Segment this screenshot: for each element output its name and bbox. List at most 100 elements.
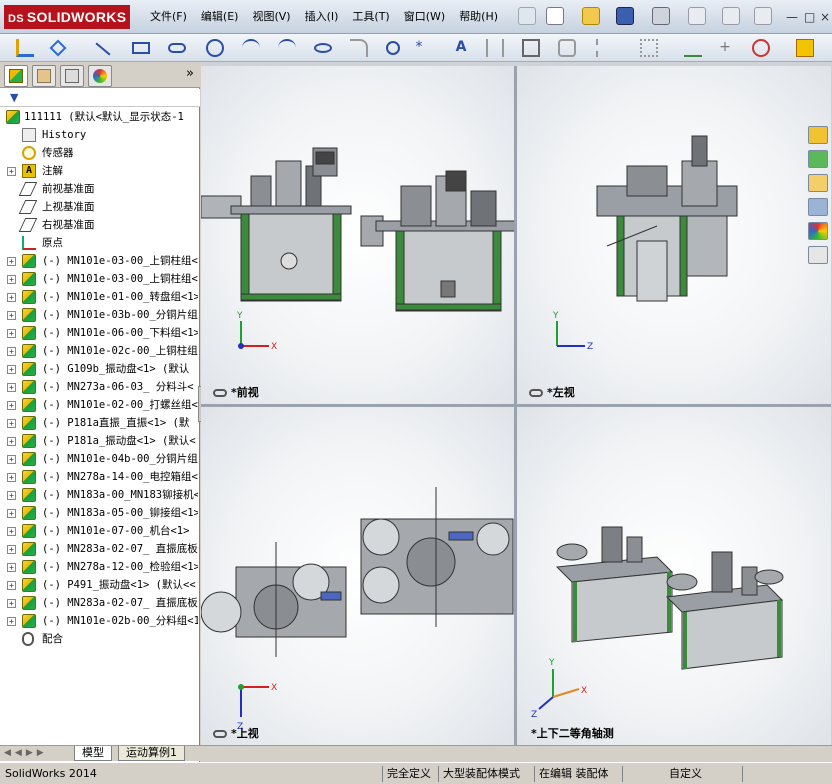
tree-item[interactable]: + (-) MN273a-06-03_ 分料斗<: [0, 378, 198, 396]
expand-icon[interactable]: +: [7, 383, 16, 392]
tree-item[interactable]: History: [0, 126, 198, 144]
tab-scroll-arrows[interactable]: ◀◀▶▶: [4, 748, 48, 758]
tree-item[interactable]: + (-) MN278a-14-00_电控箱组<: [0, 468, 198, 486]
expand-icon[interactable]: +: [7, 617, 16, 626]
tree-item[interactable]: + A 注解: [0, 162, 198, 180]
viewport-left[interactable]: Y Z *左视: [517, 66, 831, 404]
tree-item[interactable]: + (-) MN278a-12-00_检验组<1>: [0, 558, 198, 576]
viewport-front[interactable]: Y X *前视: [201, 66, 514, 404]
tree-item[interactable]: + (-) P491_振动盘<1> (默认<<: [0, 576, 198, 594]
tree-item[interactable]: + (-) MN101e-02-00_打螺丝组<: [0, 396, 198, 414]
viewport-horizontal-splitter[interactable]: [201, 404, 831, 407]
line-icon[interactable]: [95, 42, 111, 56]
menu-view[interactable]: 视图(V): [252, 8, 290, 24]
help-icon[interactable]: [722, 7, 740, 25]
restore-button[interactable]: □: [804, 10, 815, 24]
status-large-assembly[interactable]: 大型装配体模式: [440, 766, 523, 782]
tree-item[interactable]: + (-) MN183a-00_MN183铆接机<: [0, 486, 198, 504]
open-folder-icon[interactable]: [582, 7, 600, 25]
expand-icon[interactable]: +: [7, 257, 16, 266]
tree-item[interactable]: 右视基准面: [0, 216, 198, 234]
design-library-icon[interactable]: [808, 150, 828, 168]
custom-properties-icon[interactable]: [808, 246, 828, 264]
filter-icon[interactable]: ▼: [10, 91, 18, 104]
tree-item[interactable]: + (-) G109b_振动盘<1> (默认: [0, 360, 198, 378]
point-icon[interactable]: [386, 41, 400, 55]
menu-window[interactable]: 窗口(W): [404, 8, 445, 24]
smart-dimension-icon[interactable]: [49, 39, 67, 57]
tree-item[interactable]: 原点: [0, 234, 198, 252]
rapid-sketch-icon[interactable]: [752, 39, 770, 57]
tab-property-manager[interactable]: [32, 65, 56, 87]
convert-entities-icon[interactable]: [522, 39, 540, 57]
viewport-top[interactable]: Z X *上视: [201, 407, 514, 745]
expand-icon[interactable]: +: [7, 401, 16, 410]
tree-item[interactable]: + (-) P181a直振_直振<1> (默: [0, 414, 198, 432]
tree-item[interactable]: + (-) MN183a-05-00_铆接组<1>: [0, 504, 198, 522]
expand-icon[interactable]: +: [7, 275, 16, 284]
save-icon[interactable]: [616, 7, 634, 25]
tree-item[interactable]: + (-) MN101e-04b-00_分铜片组: [0, 450, 198, 468]
pin-icon[interactable]: [518, 7, 536, 25]
expand-icon[interactable]: +: [7, 581, 16, 590]
expand-icon[interactable]: +: [7, 545, 16, 554]
slot-icon[interactable]: [168, 43, 186, 53]
view-palette-icon[interactable]: [808, 198, 828, 216]
tree-item[interactable]: 传感器: [0, 144, 198, 162]
expand-icon[interactable]: +: [7, 437, 16, 446]
pattern-icon[interactable]: [640, 39, 658, 57]
tree-item[interactable]: 配合: [0, 630, 198, 648]
tree-item[interactable]: + (-) MN101e-01-00_转盘组<1>: [0, 288, 198, 306]
tree-item[interactable]: + (-) MN101e-03-00_上铜柱组<: [0, 270, 198, 288]
link-views-icon[interactable]: [213, 389, 227, 397]
menu-insert[interactable]: 插入(I): [305, 8, 339, 24]
construction-icon[interactable]: *: [410, 39, 428, 57]
expand-icon[interactable]: +: [7, 455, 16, 464]
tree-item[interactable]: 上视基准面: [0, 198, 198, 216]
menu-edit[interactable]: 编辑(E): [201, 8, 239, 24]
status-custom-units[interactable]: 自定义: [666, 766, 705, 782]
file-explorer-icon[interactable]: [808, 174, 828, 192]
tab-feature-manager[interactable]: [4, 65, 28, 87]
tree-item[interactable]: 前视基准面: [0, 180, 198, 198]
mirror-icon[interactable]: [596, 39, 614, 57]
tree-item[interactable]: + (-) MN101e-07-00_机台<1> (: [0, 522, 198, 540]
arc-icon[interactable]: [242, 39, 260, 57]
tab-display-manager[interactable]: [88, 65, 112, 87]
tree-item[interactable]: + (-) MN101e-03-00_上铜柱组<: [0, 252, 198, 270]
solidworks-logo[interactable]: DS SOLIDWORKS: [4, 5, 130, 29]
link-views-icon[interactable]: [213, 730, 227, 738]
tree-item[interactable]: + (-) MN283a-02-07_ 直振底板: [0, 594, 198, 612]
select-pointer-icon[interactable]: [754, 7, 772, 25]
expand-icon[interactable]: +: [7, 473, 16, 482]
display-relations-icon[interactable]: [684, 39, 702, 57]
menu-help[interactable]: 帮助(H): [459, 8, 498, 24]
expand-icon[interactable]: +: [7, 563, 16, 572]
spline-icon[interactable]: [278, 39, 296, 57]
tree-item[interactable]: + (-) P181a_振动盘<1> (默认<: [0, 432, 198, 450]
repair-sketch-icon[interactable]: +: [716, 39, 734, 57]
tab-motion-study-1[interactable]: 运动算例1: [118, 746, 185, 761]
expand-icon[interactable]: +: [7, 509, 16, 518]
expand-icon[interactable]: +: [7, 419, 16, 428]
minimize-button[interactable]: —: [786, 10, 798, 24]
tree-item[interactable]: + (-) MN101e-02b-00_分料组<1: [0, 612, 198, 630]
print-icon[interactable]: [652, 7, 670, 25]
circle-icon[interactable]: [206, 39, 224, 57]
expand-icon[interactable]: +: [7, 599, 16, 608]
viewport-isometric[interactable]: Y X Z *上下二等角轴测: [517, 407, 831, 745]
rectangle-icon[interactable]: [132, 42, 150, 54]
tree-item[interactable]: + (-) MN101e-03b-00_分铜片组: [0, 306, 198, 324]
expand-icon[interactable]: +: [7, 293, 16, 302]
offset-icon[interactable]: [558, 39, 576, 57]
collapse-panel-icon[interactable]: »: [186, 66, 194, 81]
fillet-icon[interactable]: [350, 39, 368, 57]
expand-icon[interactable]: +: [7, 329, 16, 338]
expand-icon[interactable]: +: [7, 491, 16, 500]
tree-item[interactable]: + (-) MN101e-06-00_下料组<1>: [0, 324, 198, 342]
text-icon[interactable]: A: [452, 39, 470, 57]
tree-item[interactable]: 111111 (默认<默认_显示状态-1: [0, 108, 198, 126]
undo-icon[interactable]: [688, 7, 706, 25]
trim-icon[interactable]: [486, 39, 504, 57]
expand-icon[interactable]: +: [7, 167, 16, 176]
